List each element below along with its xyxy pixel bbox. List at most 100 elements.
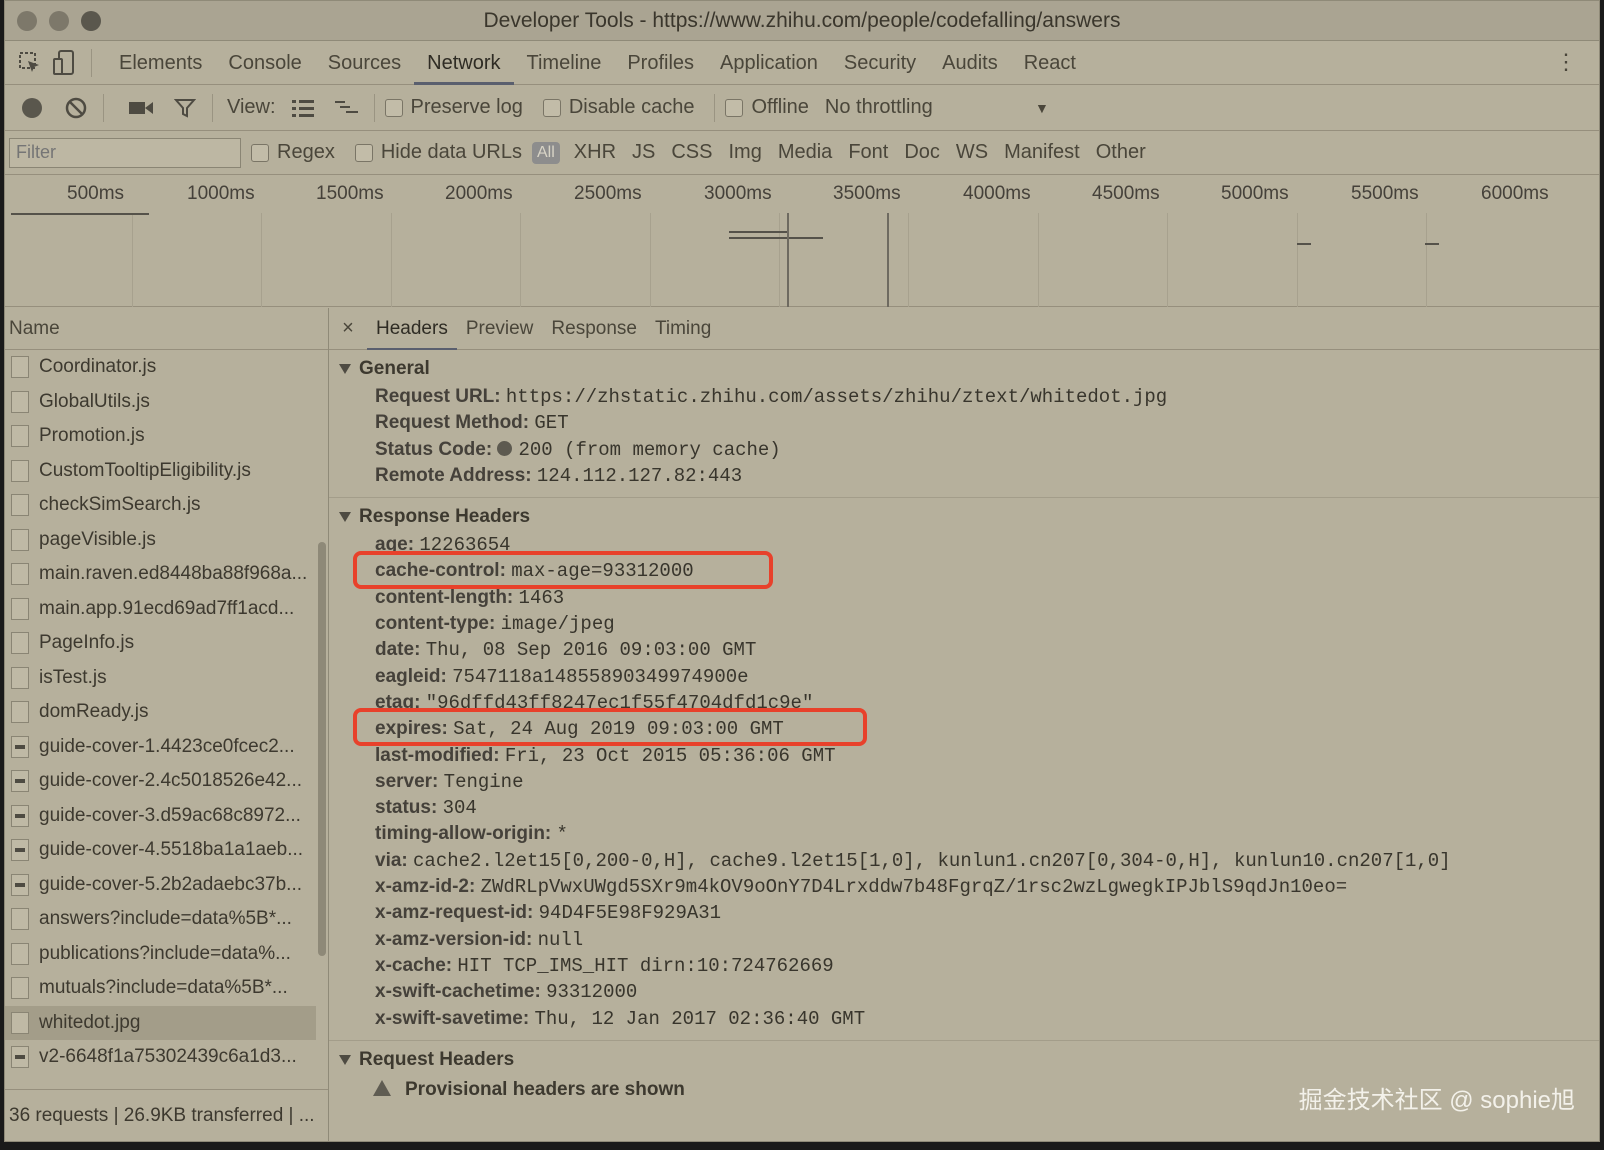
- request-row[interactable]: mutuals?include=data%5B*...: [5, 971, 316, 1006]
- request-row[interactable]: guide-cover-1.4423ce0fcec2...: [5, 730, 316, 765]
- request-list-scrollbar[interactable]: [318, 542, 326, 956]
- filter-all[interactable]: All: [532, 141, 560, 164]
- grid-line: [779, 213, 780, 307]
- filter-other[interactable]: Other: [1088, 141, 1154, 164]
- tab-timeline[interactable]: Timeline: [514, 41, 615, 85]
- header-key: content-length:: [375, 586, 514, 608]
- tab-profiles[interactable]: Profiles: [614, 41, 707, 85]
- timeline-tick: 5000ms: [1221, 183, 1289, 204]
- tab-application[interactable]: Application: [707, 41, 831, 85]
- offline-checkbox[interactable]: Offline: [725, 96, 809, 119]
- dom-content-loaded-marker: [787, 213, 789, 307]
- file-icon: [11, 459, 29, 482]
- timeline-tick: 1500ms: [316, 183, 384, 204]
- tab-sources[interactable]: Sources: [315, 41, 414, 85]
- minimize-window-button[interactable]: [49, 11, 69, 31]
- grid-line: [261, 213, 262, 307]
- request-row[interactable]: pageVisible.js: [5, 523, 316, 558]
- request-row[interactable]: CustomTooltipEligibility.js: [5, 454, 316, 489]
- request-row[interactable]: guide-cover-3.d59ac68c8972...: [5, 799, 316, 834]
- request-row[interactable]: answers?include=data%5B*...: [5, 902, 316, 937]
- request-row[interactable]: whitedot.jpg: [5, 1005, 316, 1040]
- tab-timing[interactable]: Timing: [646, 308, 720, 350]
- request-row[interactable]: PageInfo.js: [5, 626, 316, 661]
- filter-input[interactable]: [9, 137, 241, 168]
- request-row[interactable]: guide-cover-2.4c5018526e42...: [5, 764, 316, 799]
- close-detail-icon[interactable]: ×: [329, 317, 367, 340]
- expand-triangle-icon: [339, 1054, 351, 1065]
- header-value: 200 (from memory cache): [518, 438, 781, 461]
- tab-network[interactable]: Network: [414, 41, 514, 85]
- file-icon: [11, 597, 29, 620]
- filter-ws[interactable]: WS: [948, 141, 996, 164]
- request-row[interactable]: domReady.js: [5, 695, 316, 730]
- inspect-element-icon[interactable]: [15, 48, 45, 78]
- disable-cache-checkbox[interactable]: Disable cache: [542, 96, 694, 119]
- image-icon: [11, 839, 29, 862]
- header-row: timing-allow-origin: *: [339, 821, 1599, 847]
- image-icon: [11, 873, 29, 896]
- tab-console[interactable]: Console: [215, 41, 314, 85]
- filter-doc[interactable]: Doc: [896, 141, 948, 164]
- request-row[interactable]: GlobalUtils.js: [5, 385, 316, 420]
- device-toolbar-icon[interactable]: [49, 48, 79, 78]
- header-value: image/jpeg: [500, 613, 615, 636]
- request-row[interactable]: checkSimSearch.js: [5, 488, 316, 523]
- request-headers-toggle[interactable]: Request Headers: [339, 1045, 1599, 1075]
- header-row: Request URL: https://zhstatic.zhihu.com/…: [339, 384, 1599, 410]
- request-name: publications?include=data%...: [39, 942, 291, 964]
- tab-elements[interactable]: Elements: [106, 41, 215, 85]
- filter-icon[interactable]: [168, 91, 202, 125]
- request-row[interactable]: guide-cover-5.2b2adaebc37b...: [5, 868, 316, 903]
- timeline-overview[interactable]: 500ms 1000ms 1500ms 2000ms 2500ms 3000ms…: [5, 175, 1599, 307]
- header-value: 1463: [518, 586, 565, 609]
- tab-response[interactable]: Response: [542, 308, 646, 350]
- maximize-window-button[interactable]: [81, 11, 101, 31]
- response-headers-toggle[interactable]: Response Headers: [339, 502, 1599, 532]
- tab-react[interactable]: React: [1011, 41, 1089, 85]
- dropdown-arrow-icon: ▼: [1035, 99, 1049, 116]
- request-row[interactable]: Promotion.js: [5, 419, 316, 454]
- request-row[interactable]: v2-6648f1a75302439c6a1d3...: [5, 1040, 316, 1072]
- general-section-toggle[interactable]: General: [339, 354, 1599, 384]
- request-name: checkSimSearch.js: [39, 494, 201, 516]
- filter-css[interactable]: CSS: [663, 141, 720, 164]
- name-column-header[interactable]: Name: [5, 308, 328, 350]
- waterfall-overview-icon[interactable]: [330, 91, 364, 125]
- more-options-icon[interactable]: ⋮: [1555, 51, 1577, 73]
- record-icon[interactable]: [15, 91, 49, 125]
- divider: [714, 93, 716, 122]
- tab-audits[interactable]: Audits: [929, 41, 1011, 85]
- tab-headers[interactable]: Headers: [367, 308, 457, 350]
- filter-manifest[interactable]: Manifest: [996, 141, 1088, 164]
- tab-security[interactable]: Security: [831, 41, 929, 85]
- request-row[interactable]: guide-cover-4.5518ba1a1aeb...: [5, 833, 316, 868]
- provisional-headers-text: Provisional headers are shown: [405, 1078, 685, 1100]
- close-window-button[interactable]: [17, 11, 37, 31]
- preserve-log-checkbox[interactable]: Preserve log: [384, 96, 523, 119]
- filter-xhr[interactable]: XHR: [566, 141, 624, 164]
- request-row[interactable]: Coordinator.js: [5, 350, 316, 385]
- header-key: x-amz-request-id:: [375, 902, 534, 924]
- clear-icon[interactable]: [59, 91, 93, 125]
- request-row[interactable]: main.raven.ed8448ba88f968a...: [5, 557, 316, 592]
- request-row[interactable]: isTest.js: [5, 661, 316, 696]
- filter-font[interactable]: Font: [840, 141, 896, 164]
- divider: [212, 93, 213, 122]
- filter-js[interactable]: JS: [624, 141, 663, 164]
- large-rows-icon[interactable]: [286, 91, 320, 125]
- regex-checkbox[interactable]: Regex: [251, 141, 335, 164]
- filter-img[interactable]: Img: [720, 141, 769, 164]
- hide-data-urls-checkbox[interactable]: Hide data URLs: [354, 141, 522, 164]
- filter-media[interactable]: Media: [770, 141, 840, 164]
- header-value: Tengine: [443, 770, 524, 793]
- throttling-select[interactable]: No throttling ▼: [825, 96, 1049, 119]
- tab-preview[interactable]: Preview: [457, 308, 543, 350]
- timeline-tick: 3000ms: [704, 183, 772, 204]
- header-row: Status Code: 200 (from memory cache): [339, 437, 1599, 463]
- expand-triangle-icon: [339, 512, 351, 523]
- regex-label: Regex: [277, 141, 335, 163]
- request-row[interactable]: main.app.91ecd69ad7ff1acd...: [5, 592, 316, 627]
- request-row[interactable]: publications?include=data%...: [5, 937, 316, 972]
- capture-screenshots-icon[interactable]: [124, 91, 158, 125]
